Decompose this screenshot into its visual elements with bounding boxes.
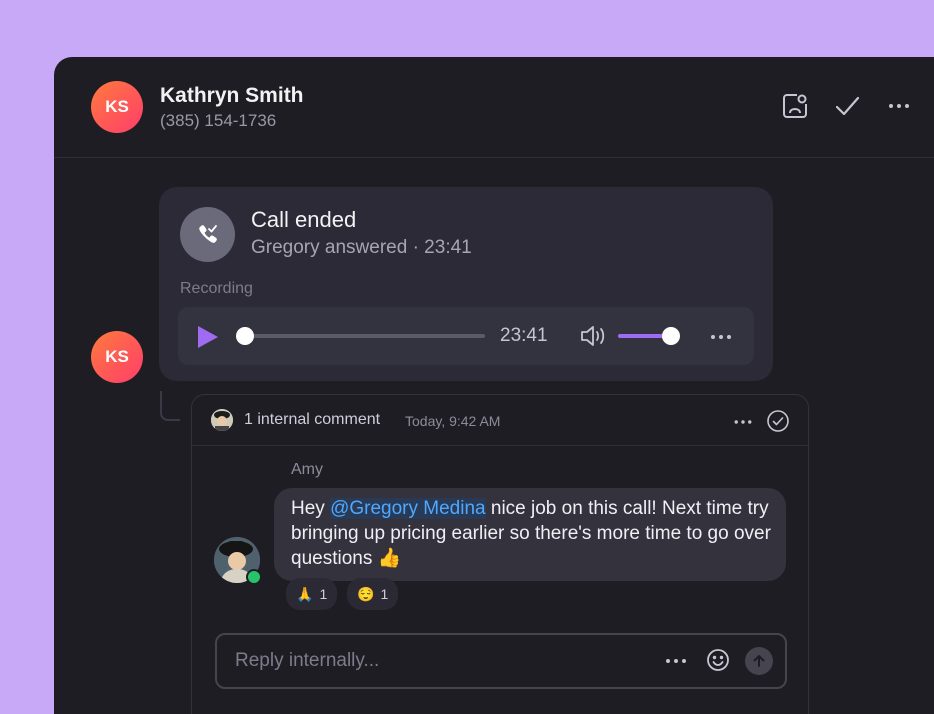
reaction-count: 1 (380, 586, 389, 602)
internal-comment-thread: 1 internal comment Today, 9:42 AM Amy He… (191, 394, 809, 714)
comment-text-before: Hey (291, 498, 331, 519)
playback-track[interactable] (244, 334, 485, 338)
volume-icon[interactable] (579, 323, 609, 354)
online-status-dot (246, 569, 262, 585)
thread-more-icon[interactable] (732, 411, 754, 438)
contact-initials: KS (105, 97, 129, 116)
check-icon[interactable] (832, 91, 862, 121)
send-icon[interactable] (745, 647, 773, 675)
call-ended-card: Call ended Gregory answered · 23:41 Reco… (159, 187, 773, 381)
call-subtitle: Gregory answered · 23:41 (251, 237, 472, 258)
comment-text: Hey @Gregory Medina nice job on this cal… (291, 496, 781, 571)
play-icon[interactable] (194, 324, 220, 355)
conversation-window: KS Kathryn Smith (385) 154-1736 Call end… (54, 57, 934, 714)
recording-player: 23:41 (178, 307, 754, 365)
reaction-count: 1 (319, 586, 328, 602)
message-sender-avatar: KS (91, 331, 143, 383)
sender-initials: KS (105, 347, 129, 366)
reaction-relieved[interactable]: 😌 1 (347, 578, 399, 610)
recording-duration: 23:41 (500, 325, 548, 346)
contact-card-icon[interactable] (780, 91, 810, 121)
more-icon[interactable] (884, 91, 914, 121)
mention-link[interactable]: @Gregory Medina (330, 498, 486, 519)
reply-box (215, 633, 787, 689)
contact-name[interactable]: Kathryn Smith (160, 84, 304, 108)
comment-thread-header: 1 internal comment Today, 9:42 AM (192, 395, 808, 446)
conversation-header: KS Kathryn Smith (385) 154-1736 (54, 57, 934, 158)
player-more-icon[interactable] (708, 324, 734, 355)
reaction-pray[interactable]: 🙏 1 (286, 578, 338, 610)
reaction-emoji: 🙏 (296, 585, 314, 602)
commenter-avatar-small (211, 409, 233, 431)
contact-avatar[interactable]: KS (91, 81, 143, 133)
call-title: Call ended (251, 207, 357, 232)
comment-author: Amy (291, 461, 323, 478)
phone-check-icon (180, 207, 235, 262)
thread-connector (160, 391, 180, 421)
contact-phone[interactable]: (385) 154-1736 (160, 111, 276, 131)
comment-time: Today, 9:42 AM (405, 413, 501, 429)
reaction-emoji: 😌 (357, 585, 375, 602)
reply-more-icon[interactable] (663, 648, 689, 679)
emoji-icon[interactable] (705, 647, 731, 678)
volume-slider-knob[interactable] (662, 327, 680, 345)
resolve-check-icon[interactable] (766, 409, 790, 438)
recording-label: Recording (180, 280, 253, 297)
comment-count[interactable]: 1 internal comment (244, 411, 380, 429)
comment-bubble: Hey @Gregory Medina nice job on this cal… (274, 488, 786, 581)
reply-input[interactable] (233, 647, 657, 675)
playback-scrubber[interactable] (236, 327, 254, 345)
